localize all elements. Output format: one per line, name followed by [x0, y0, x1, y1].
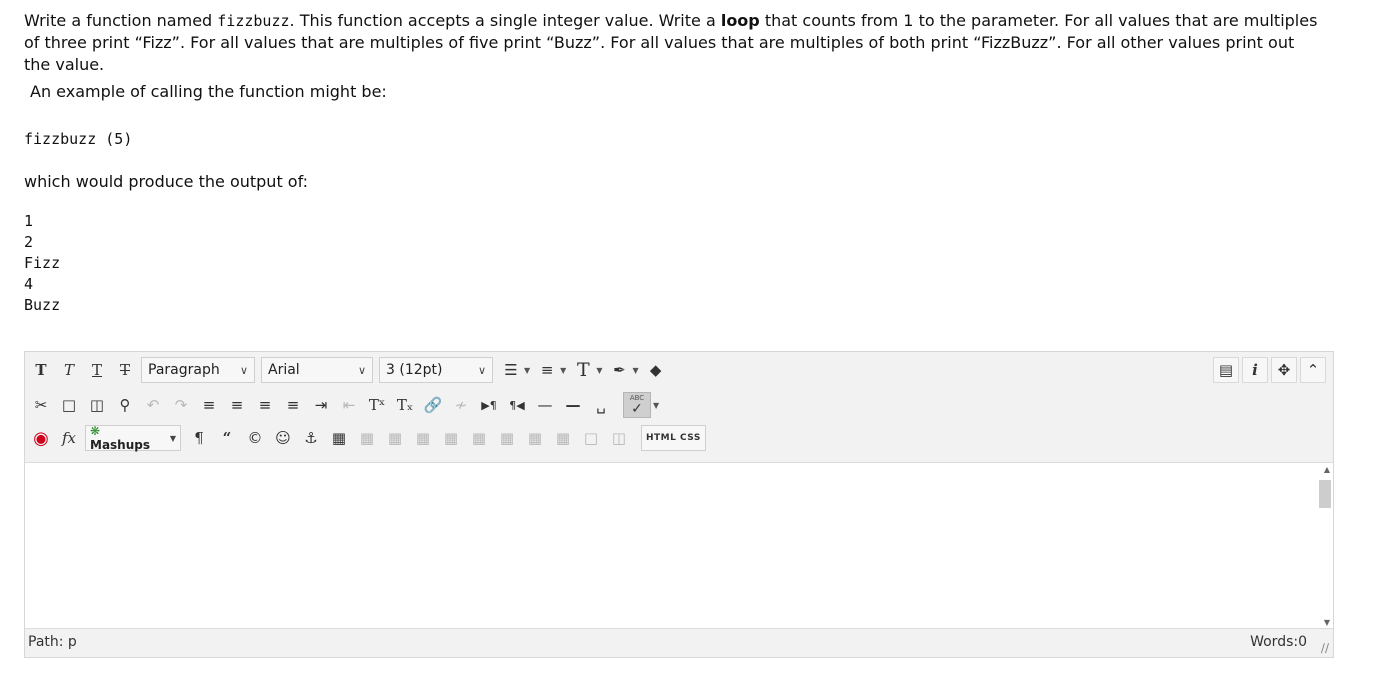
rich-text-editor: T T T T Paragraph ∨ Arial ∨ 3 (12pt) ∨ ☰ ▼ ≡… [24, 351, 1334, 658]
table-row-props-icon[interactable]: ▦ [355, 425, 379, 451]
cut-icon[interactable]: ✂ [29, 392, 53, 418]
copyright-icon[interactable]: © [243, 425, 267, 451]
paragraph-mark-icon[interactable]: ¶ [187, 425, 211, 451]
dropdown-arrow-icon[interactable]: ▼ [632, 366, 638, 375]
horizontal-line-icon[interactable]: — [533, 392, 557, 418]
check-icon: ✓ [631, 400, 643, 417]
editor-status-bar: Path: p Words:0 ∕∕ [25, 628, 1333, 657]
text-color-icon[interactable]: T [571, 357, 595, 383]
paste-icon[interactable]: ◫ [85, 392, 109, 418]
link-icon[interactable]: 🔗 [421, 392, 445, 418]
superscript-icon[interactable]: Tˣ [365, 392, 389, 418]
element-path: Path: p [28, 634, 77, 650]
output-line: Fizz [24, 254, 61, 272]
bullet-list-icon[interactable]: ☰ [499, 357, 523, 383]
editor-scrollbar[interactable]: ▲ ▼ [1317, 463, 1333, 629]
dropdown-arrow-icon[interactable]: ▼ [560, 366, 566, 375]
scroll-down-icon[interactable]: ▼ [1324, 618, 1330, 627]
delete-col-icon[interactable]: ▦ [551, 425, 575, 451]
insert-row-before-icon[interactable]: ▦ [411, 425, 435, 451]
strikethrough-icon[interactable]: T [113, 357, 137, 383]
bold-icon[interactable]: T [29, 357, 53, 383]
font-family-select[interactable]: Arial ∨ [261, 357, 373, 383]
toolbar-right-tools: ▤ i ✥ ⌃ [1213, 356, 1329, 384]
undo-icon[interactable]: ↶ [141, 392, 165, 418]
info-icon[interactable]: i [1242, 357, 1268, 383]
rtl-icon[interactable]: ¶◀ [505, 392, 529, 418]
align-left-icon[interactable]: ≡ [197, 392, 221, 418]
preview-icon[interactable]: ▤ [1213, 357, 1239, 383]
copy-icon[interactable]: □ [57, 392, 81, 418]
dropdown-arrow-icon[interactable]: ▼ [653, 401, 659, 410]
dropdown-arrow-icon[interactable]: ▼ [596, 366, 602, 375]
align-right-icon[interactable]: ≡ [253, 392, 277, 418]
editor-toolbar: T T T T Paragraph ∨ Arial ∨ 3 (12pt) ∨ ☰ ▼ ≡… [25, 352, 1333, 463]
formula-icon[interactable]: fx [57, 425, 81, 451]
function-name: fizzbuzz [217, 12, 290, 30]
insert-table-icon[interactable]: ▦ [327, 425, 351, 451]
underline-icon[interactable]: T [85, 357, 109, 383]
output-line: Buzz [24, 296, 61, 314]
anchor-icon[interactable]: ⚓ [299, 425, 323, 451]
output-block: 1 2 Fizz 4 Buzz [24, 211, 60, 316]
chevron-down-icon: ∨ [477, 363, 486, 377]
output-line: 1 [24, 212, 34, 230]
dropdown-arrow-icon: ▼ [169, 433, 176, 443]
resize-grip-icon[interactable]: ∕∕ [1321, 641, 1329, 655]
output-label: which would produce the output of: [24, 172, 309, 191]
mashups-icon: ❋ [90, 424, 101, 438]
toolbar-row-3: ◉ fx ❋ Mashups ▼ ¶ “ © ☺ ⚓ ▦ ▦ ▦ ▦ ▦ ▦ ▦ … [29, 423, 706, 453]
loop-keyword: loop [720, 11, 760, 30]
chevron-down-icon: ∨ [357, 363, 366, 377]
toolbar-row-1: T T T T Paragraph ∨ Arial ∨ 3 (12pt) ∨ ☰ ▼ ≡… [29, 355, 672, 385]
align-justify-icon[interactable]: ≡ [281, 392, 305, 418]
html-css-button[interactable]: HTML CSS [641, 425, 706, 451]
editor-content-area[interactable]: ▲ ▼ [25, 463, 1333, 629]
emoticon-icon[interactable]: ☺ [271, 425, 295, 451]
italic-icon[interactable]: T [57, 357, 81, 383]
insert-col-before-icon[interactable]: ▦ [495, 425, 519, 451]
split-cells-icon[interactable]: □ [579, 425, 603, 451]
dropdown-arrow-icon[interactable]: ▼ [524, 366, 530, 375]
output-line: 4 [24, 275, 34, 293]
table-cell-props-icon[interactable]: ▦ [383, 425, 407, 451]
blockquote-icon[interactable]: “ [215, 425, 239, 451]
numbered-list-icon[interactable]: ≡ [535, 357, 559, 383]
mashups-select[interactable]: ❋ Mashups ▼ [85, 424, 181, 452]
nonbreaking-space-icon[interactable]: ␣ [589, 392, 613, 418]
output-line: 2 [24, 233, 34, 251]
word-count: Words:0 [1250, 634, 1307, 650]
scrollbar-thumb[interactable] [1319, 480, 1331, 508]
ltr-icon[interactable]: ▶¶ [477, 392, 501, 418]
unlink-icon[interactable]: ≁ [449, 392, 473, 418]
chevron-down-icon: ∨ [239, 363, 248, 377]
scroll-up-icon[interactable]: ▲ [1324, 465, 1330, 474]
merge-cells-icon[interactable]: ◫ [607, 425, 631, 451]
outdent-icon[interactable]: ⇤ [337, 392, 361, 418]
font-size-select[interactable]: 3 (12pt) ∨ [379, 357, 493, 383]
collapse-toolbar-icon[interactable]: ⌃ [1300, 357, 1326, 383]
paragraph-select[interactable]: Paragraph ∨ [141, 357, 255, 383]
record-icon[interactable]: ◉ [29, 425, 53, 451]
example-call: fizzbuzz (5) [24, 130, 133, 148]
fullscreen-icon[interactable]: ✥ [1271, 357, 1297, 383]
toolbar-row-2: ✂ □ ◫ ⚲ ↶ ↷ ≡ ≡ ≡ ≡ ⇥ ⇤ Tˣ Tₓ 🔗 ≁ ▶¶ ¶◀ … [29, 390, 664, 420]
subscript-icon[interactable]: Tₓ [393, 392, 417, 418]
thick-line-icon[interactable]: — [561, 392, 585, 418]
align-center-icon[interactable]: ≡ [225, 392, 249, 418]
delete-row-icon[interactable]: ▦ [467, 425, 491, 451]
redo-icon[interactable]: ↷ [169, 392, 193, 418]
indent-icon[interactable]: ⇥ [309, 392, 333, 418]
find-icon[interactable]: ⚲ [113, 392, 137, 418]
insert-col-after-icon[interactable]: ▦ [523, 425, 547, 451]
highlight-icon[interactable]: ✒ [607, 357, 631, 383]
question-intro: Write a function named fizzbuzz. This fu… [24, 11, 1318, 74]
insert-row-after-icon[interactable]: ▦ [439, 425, 463, 451]
spellcheck-button[interactable]: ABC ✓ [623, 392, 651, 418]
eraser-icon[interactable]: ◆ [644, 357, 668, 383]
example-label: An example of calling the function might… [30, 82, 387, 101]
